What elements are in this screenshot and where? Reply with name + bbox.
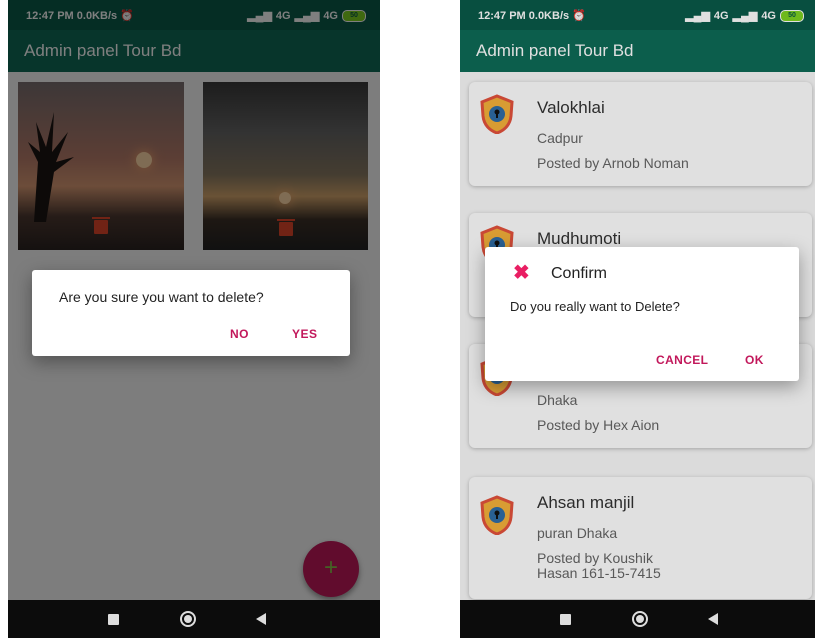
- navigation-bar: [460, 600, 815, 638]
- phone-screen-left: 12:47 PM 0.0KB/s ⏰ ▂▄▆4G▂▄▆4G50 Admin pa…: [8, 0, 380, 638]
- cancel-button[interactable]: CANCEL: [656, 353, 708, 367]
- navigation-bar: [8, 600, 380, 638]
- recents-icon[interactable]: [560, 614, 571, 625]
- phone-screen-right: 12:47 PM 0.0KB/s ⏰ ▂▄▆ 4G ▂▄▆ 4G 50 Admin pa…: [460, 0, 815, 638]
- ok-button[interactable]: OK: [745, 353, 764, 367]
- confirm-dialog: ✖ Confirm Do you really want to Delete? …: [485, 247, 799, 381]
- back-icon[interactable]: [256, 613, 266, 625]
- dialog-title: Confirm: [551, 265, 608, 282]
- home-icon[interactable]: [632, 611, 648, 627]
- back-icon[interactable]: [708, 613, 718, 625]
- delete-dialog: Are you sure you want to delete? NO YES: [32, 270, 350, 356]
- yes-button[interactable]: YES: [292, 327, 318, 341]
- home-icon[interactable]: [180, 611, 196, 627]
- recents-icon[interactable]: [108, 614, 119, 625]
- dialog-message: Are you sure you want to delete?: [59, 289, 264, 305]
- no-button[interactable]: NO: [230, 327, 249, 341]
- close-icon: ✖: [513, 262, 530, 284]
- dialog-message: Do you really want to Delete?: [510, 299, 680, 314]
